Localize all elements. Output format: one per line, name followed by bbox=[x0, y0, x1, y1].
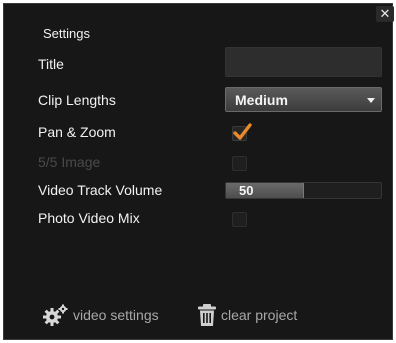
pan-zoom-label: Pan & Zoom bbox=[38, 124, 116, 140]
photo-video-mix-label: Photo Video Mix bbox=[38, 210, 140, 226]
clear-project-button[interactable]: clear project bbox=[197, 302, 297, 328]
clear-project-label: clear project bbox=[221, 307, 298, 323]
video-track-volume-slider[interactable]: 50 bbox=[225, 182, 382, 199]
panel-title: Settings bbox=[43, 26, 90, 41]
video-settings-button[interactable]: video settings bbox=[41, 302, 159, 328]
close-button[interactable]: ✕ bbox=[376, 6, 394, 22]
disabled-option-label: 5/5 Image bbox=[38, 154, 101, 170]
gear-icon bbox=[43, 304, 68, 326]
video-settings-label: video settings bbox=[73, 307, 159, 323]
title-label: Title bbox=[38, 56, 64, 72]
clip-lengths-value: Medium bbox=[235, 92, 288, 108]
photo-video-mix-checkbox[interactable] bbox=[232, 212, 247, 227]
pan-zoom-checkbox[interactable] bbox=[232, 123, 252, 141]
trash-icon bbox=[198, 304, 216, 326]
chevron-down-icon bbox=[367, 98, 375, 103]
title-input[interactable] bbox=[225, 47, 382, 77]
clip-lengths-select[interactable]: Medium bbox=[225, 87, 382, 112]
disabled-option-checkbox bbox=[232, 156, 247, 171]
video-track-volume-value: 50 bbox=[239, 183, 254, 198]
settings-panel: ✕ Settings Title Clip Lengths Medium Pan… bbox=[3, 3, 394, 340]
checkmark-icon bbox=[233, 123, 252, 140]
close-icon: ✕ bbox=[379, 6, 391, 21]
video-track-volume-label: Video Track Volume bbox=[38, 182, 163, 198]
slider-fill bbox=[226, 183, 304, 198]
clip-lengths-label: Clip Lengths bbox=[38, 92, 116, 108]
